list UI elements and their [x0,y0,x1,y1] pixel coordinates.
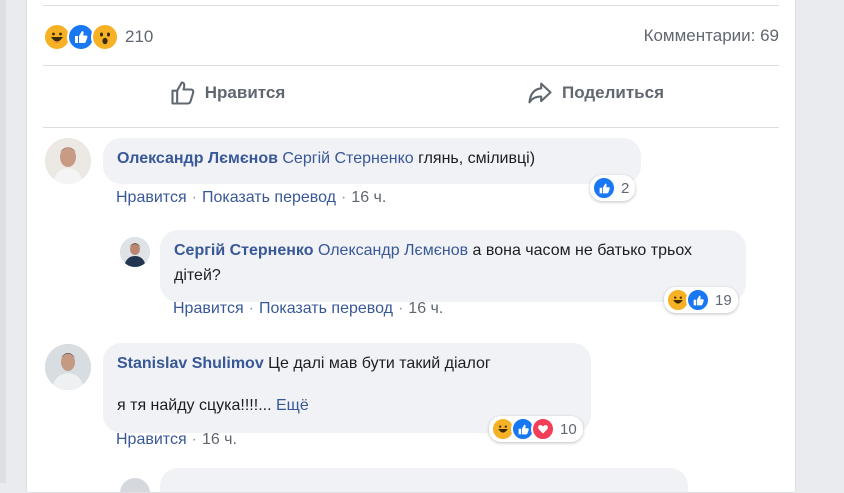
separator: · [248,300,254,317]
comment-like-link[interactable]: Нравится [116,431,187,448]
comment-text: я тя найду сцука!!!!... [117,397,272,414]
reactions-summary: 210 Комментарии: 69 [43,21,779,53]
avatar[interactable] [45,344,91,390]
avatar[interactable] [45,138,91,184]
comment-actions: Нравится · Показать перевод · 16 ч. [173,300,443,318]
comment-text: Це далі мав бути такий діалог [263,355,491,372]
comment-author[interactable]: Stanislav Shulimov [117,355,264,372]
divider [43,127,779,128]
comment-second-line: я тя найду сцука!!!!... Ещё [117,393,577,418]
thumbs-up-icon [171,81,195,105]
like-reaction-icon [592,176,616,200]
comment-actions: Нравится · Показать перевод · 16 ч. [116,189,386,207]
show-translation-link[interactable]: Показать перевод [202,189,336,206]
separator: · [191,431,197,448]
avatar[interactable] [120,478,150,492]
love-reaction-icon [531,417,555,441]
divider [43,5,779,6]
page-left-edge [0,0,6,483]
comment-reactions[interactable]: 10 [489,416,583,442]
reply-comment: Сергій Стерненко Олександр Лємєнов а вон… [27,226,795,326]
comment-bubble: Сергій Стерненко Олександр Лємєнов а вон… [160,230,746,302]
separator: · [340,189,347,206]
comment: Олександр Лємєнов Сергій Стерненко глянь… [27,130,795,220]
divider [43,65,779,66]
comment-reaction-count: 2 [621,179,630,197]
see-more-link[interactable]: Ещё [276,397,309,414]
comment-time[interactable]: 16 ч. [202,431,237,448]
comment-reactions[interactable]: 19 [664,287,738,313]
like-button-label: Нравится [204,83,286,102]
comment-bubble [160,468,688,492]
wow-reaction-icon [91,23,119,51]
comment-author[interactable]: Олександр Лємєнов [117,150,278,167]
reaction-icons[interactable]: 210 [43,21,153,53]
comment-like-link[interactable]: Нравится [116,189,187,206]
like-button[interactable]: Нравится [43,67,411,119]
comment-time[interactable]: 16 ч. [351,189,386,206]
like-reaction-icon [686,288,710,312]
avatar[interactable] [120,237,150,267]
separator: · [191,189,197,206]
comment-actions: Нравится · 16 ч. [116,431,237,449]
comments-count-link[interactable]: Комментарии: 69 [644,26,779,46]
comment-mention[interactable]: Сергій Стерненко [282,150,413,167]
separator: · [397,300,404,317]
comment-mention[interactable]: Олександр Лємєнов [318,242,468,259]
show-translation-link[interactable]: Показать перевод [259,300,393,317]
reply-comment-partial [27,464,795,492]
comment: Stanislav Shulimov Це далі мав бути таки… [27,336,795,456]
comment-author[interactable]: Сергій Стерненко [174,242,313,259]
share-button-label: Поделиться [561,83,665,102]
comment-like-link[interactable]: Нравится [173,300,244,317]
share-button[interactable]: Поделиться [411,67,779,119]
comment-first-line: Stanislav Shulimov Це далі мав бути таки… [117,351,577,376]
comment-reaction-count: 19 [715,291,732,309]
comment-time[interactable]: 16 ч. [408,300,443,317]
post-card: 210 Комментарии: 69 Нравится Поделиться … [26,0,796,493]
comment-reactions[interactable]: 2 [590,175,636,201]
post-actions: Нравится Поделиться [43,67,779,119]
comment-bubble: Олександр Лємєнов Сергій Стерненко глянь… [103,138,641,184]
share-arrow-icon [528,82,552,104]
comments-list: Олександр Лємєнов Сергій Стерненко глянь… [27,130,795,492]
comment-text: глянь, сміливці) [413,150,536,167]
reaction-count[interactable]: 210 [125,27,153,47]
comment-reaction-count: 10 [560,420,577,438]
